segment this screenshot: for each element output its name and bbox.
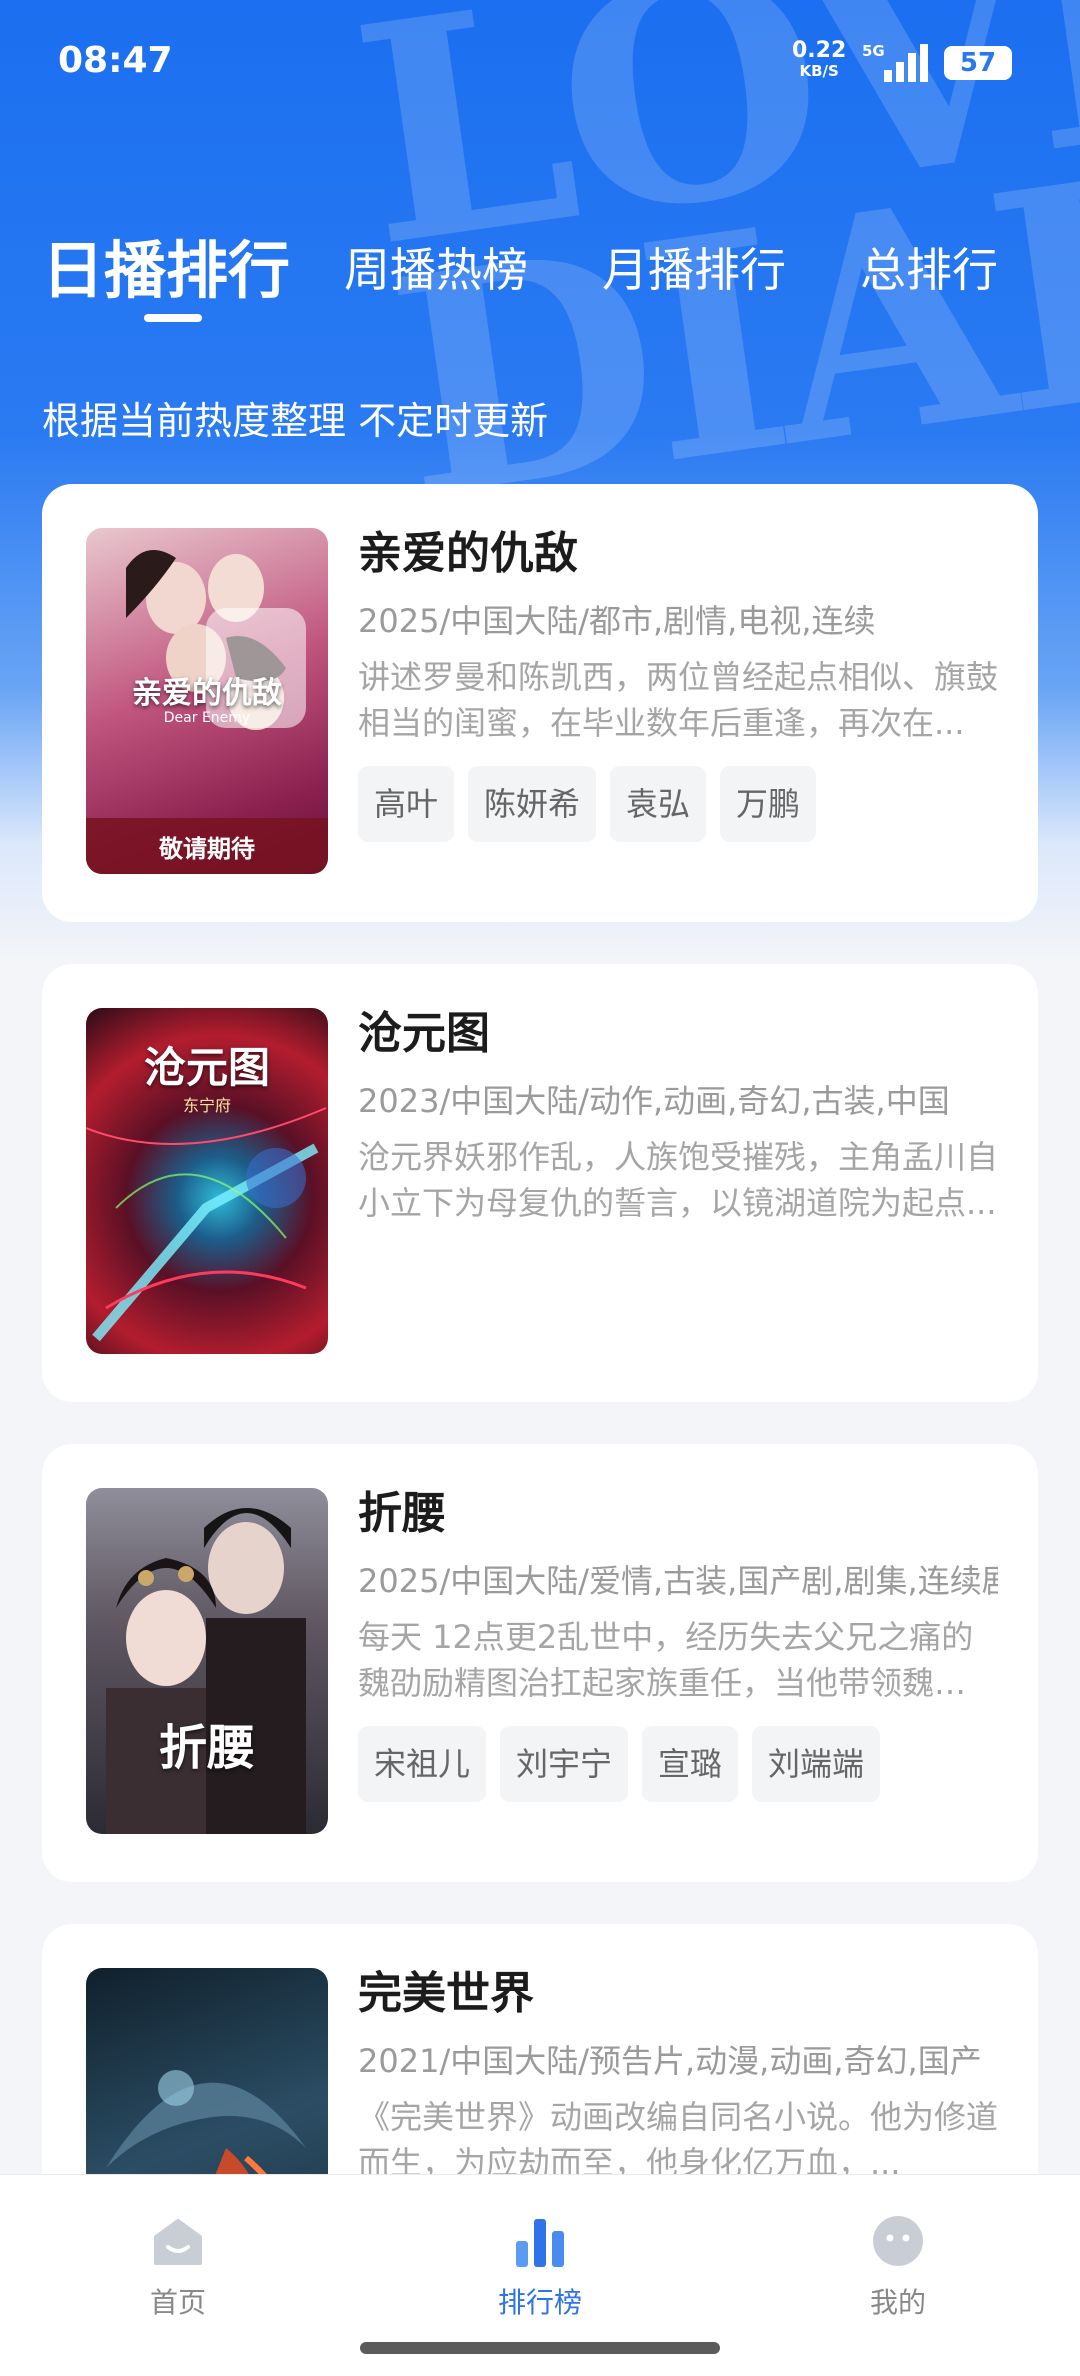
item-info: 沧元图 2023/中国大陆/动作,动画,奇幻,古装,中国 沧元界妖邪作乱，人族饱… <box>358 1004 998 1226</box>
cast-tag[interactable]: 刘端端 <box>752 1726 881 1802</box>
cast-tag[interactable]: 宋祖儿 <box>358 1726 487 1802</box>
list-item[interactable]: 亲爱的仇敌 Dear Enemy 敬请期待 亲爱的仇敌 2025/中国大陆/都市… <box>42 484 1038 922</box>
home-indicator[interactable] <box>360 2342 720 2354</box>
item-meta: 2025/中国大陆/爱情,古装,国产剧,剧集,连续剧 <box>358 1562 998 1600</box>
page-subtitle: 根据当前热度整理 不定时更新 <box>42 399 549 443</box>
network-speed-value: 0.22 <box>792 38 847 63</box>
item-title: 折腰 <box>358 1488 446 1539</box>
list-item[interactable]: 沧元图 东宁府 沧元图 2023/中国大陆/动作,动画,奇幻,古装,中国 沧元界… <box>42 964 1038 1402</box>
tab-overall[interactable]: 总排行 <box>860 234 998 300</box>
item-title: 完美世界 <box>358 1968 534 2019</box>
item-meta: 2023/中国大陆/动作,动画,奇幻,古装,中国 <box>358 1082 950 1120</box>
nav-profile[interactable]: 我的 <box>798 2203 998 2321</box>
item-title: 沧元图 <box>358 1008 490 1059</box>
cast-tag[interactable]: 宣璐 <box>642 1726 739 1802</box>
cast-tags: 宋祖儿 刘宇宁 宣璐 刘端端 <box>358 1726 998 1802</box>
cast-tag[interactable]: 刘宇宁 <box>500 1726 629 1802</box>
list-item[interactable]: 折腰 折腰 2025/中国大陆/爱情,古装,国产剧,剧集,连续剧 每天 12点更… <box>42 1444 1038 1882</box>
poster-strip-text: 敬请期待 <box>159 835 255 863</box>
poster-title: 折腰 <box>158 1720 255 1776</box>
tab-daily[interactable]: 日播排行 <box>42 220 290 310</box>
poster-image: 折腰 <box>86 1488 328 1834</box>
tab-weekly[interactable]: 周播热榜 <box>344 234 528 300</box>
item-description: 《完美世界》动画改编自同名小说。他为修道而生，为应劫而至，他身化亿万血，... <box>358 2098 998 2182</box>
poster-image: 亲爱的仇敌 Dear Enemy 敬请期待 <box>86 528 328 874</box>
ranking-tabs: 日播排行 周播热榜 月播排行 总排行 <box>0 210 1080 330</box>
nav-home-label: 首页 <box>149 2286 206 2319</box>
item-info: 亲爱的仇敌 2025/中国大陆/都市,剧情,电视,连续 讲述罗曼和陈凯西，两位曾… <box>358 524 998 842</box>
status-bar: 08:47 0.22 KB/S 5G 57 <box>0 0 1080 120</box>
profile-icon <box>798 2203 998 2269</box>
cast-tag[interactable]: 陈妍希 <box>468 766 597 842</box>
item-meta: 2025/中国大陆/都市,剧情,电视,连续 <box>358 602 876 640</box>
item-description: 沧元界妖邪作乱，人族饱受摧残，主角孟川自小立下为母复仇的誓言，以镜湖道院为起点.… <box>358 1138 998 1222</box>
rank-chart-icon <box>440 2203 640 2269</box>
cast-tags: 高叶 陈妍希 袁弘 万鹏 <box>358 766 998 842</box>
nav-profile-label: 我的 <box>869 2286 926 2319</box>
poster-subtitle: 东宁府 <box>182 1096 231 1115</box>
item-description: 讲述罗曼和陈凯西，两位曾经起点相似、旗鼓相当的闺蜜，在毕业数年后重逢，再次在..… <box>358 658 998 742</box>
cast-tag[interactable]: 高叶 <box>358 766 455 842</box>
active-tab-indicator <box>144 314 202 322</box>
item-description: 每天 12点更2乱世中，经历失去父兄之痛的魏劭励精图治扛起家族重任，当他带领魏家… <box>358 1618 974 1702</box>
cast-tag[interactable]: 袁弘 <box>610 766 707 842</box>
cast-tag[interactable]: 万鹏 <box>720 766 817 842</box>
battery-icon: 57 <box>944 46 1012 80</box>
network-speed: 0.22 KB/S <box>792 40 846 79</box>
tab-monthly[interactable]: 月播排行 <box>602 234 786 300</box>
item-title: 亲爱的仇敌 <box>358 528 578 579</box>
nav-ranking[interactable]: 排行榜 <box>440 2203 640 2321</box>
item-meta: 2021/中国大陆/预告片,动漫,动画,奇幻,国产 <box>358 2042 982 2080</box>
poster-title: 沧元图 <box>143 1043 270 1092</box>
network-speed-unit: KB/S <box>799 62 839 80</box>
home-icon <box>78 2203 278 2269</box>
nav-ranking-label: 排行榜 <box>497 2286 582 2319</box>
poster-subtitle: Dear Enemy <box>163 710 251 726</box>
poster-title: 亲爱的仇敌 <box>132 676 282 711</box>
nav-home[interactable]: 首页 <box>78 2203 278 2321</box>
item-info: 折腰 2025/中国大陆/爱情,古装,国产剧,剧集,连续剧 每天 12点更2乱世… <box>358 1484 998 1802</box>
signal-icon <box>884 44 928 82</box>
status-time: 08:47 <box>58 40 173 81</box>
item-info: 完美世界 2021/中国大陆/预告片,动漫,动画,奇幻,国产 《完美世界》动画改… <box>358 1964 998 2186</box>
poster-image: 沧元图 东宁府 <box>86 1008 328 1354</box>
